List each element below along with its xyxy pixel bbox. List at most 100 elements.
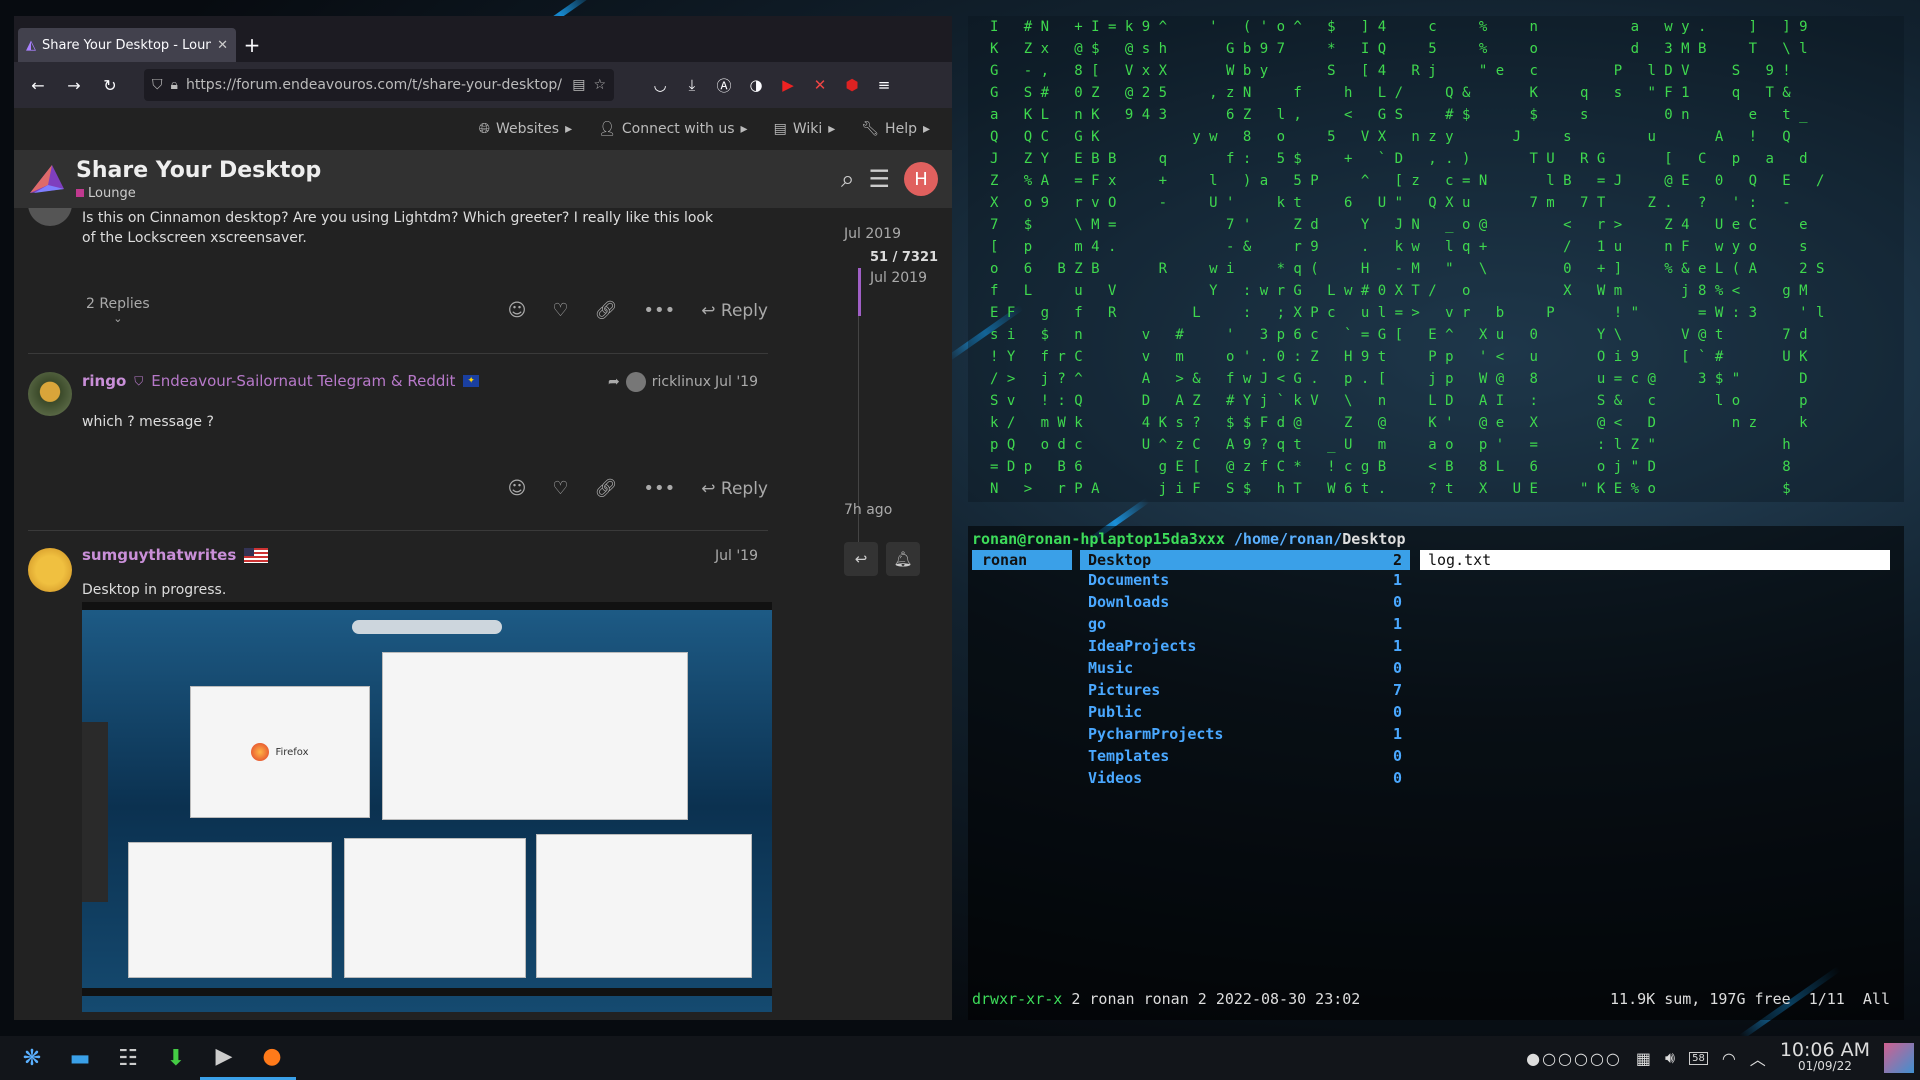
- post-text: Desktop in progress.: [82, 582, 227, 598]
- link-icon[interactable]: 🔗︎: [595, 300, 618, 321]
- forum-top-nav: 🌐︎ Websites ▸ 👤︎ Connect with us ▸ ▤ Wiki ▸ 🔧︎…: [14, 108, 952, 150]
- tab-share-your-desktop[interactable]: ◭ Share Your Desktop - Lounge ✕: [18, 28, 236, 62]
- replies-toggle[interactable]: 2 Replies ⌄: [86, 296, 150, 325]
- search-icon[interactable]: ⌕: [841, 165, 854, 193]
- forward-button[interactable]: →: [58, 69, 90, 101]
- more-icon[interactable]: •••: [643, 300, 675, 321]
- url-text[interactable]: https://forum.endeavouros.com/t/share-yo…: [186, 77, 564, 93]
- terminal-icon[interactable]: ▶: [200, 1036, 248, 1080]
- nav-websites[interactable]: 🌐︎ Websites ▸: [479, 121, 572, 137]
- screenshot-search-field: [352, 620, 502, 634]
- downloads-icon[interactable]: ⤓: [678, 69, 706, 101]
- lock-icon[interactable]: 🔒︎: [171, 77, 178, 93]
- emoji-reaction-icon[interactable]: ☺: [508, 300, 527, 321]
- ranger-preview-file[interactable]: log.txt: [1420, 550, 1890, 570]
- ranger-entry[interactable]: Videos 0: [1080, 768, 1410, 790]
- firefox-icon[interactable]: ●: [248, 1036, 296, 1080]
- volume-icon[interactable]: 🔊︎: [1665, 1048, 1675, 1068]
- endeavouros-logo[interactable]: [28, 163, 66, 195]
- more-icon[interactable]: •••: [643, 478, 675, 499]
- notification-bell-button[interactable]: 🔔︎: [886, 542, 920, 576]
- link-icon[interactable]: 🔗︎: [595, 478, 618, 499]
- ranger-entry[interactable]: Public 0: [1080, 702, 1410, 724]
- like-heart-icon[interactable]: ♡: [552, 300, 568, 321]
- matrix-line: S v ! : Q D A Z # Y j ` k V \ n L D A I …: [990, 393, 1808, 409]
- nav-help[interactable]: 🔧︎ Help ▸: [861, 121, 930, 137]
- url-bar[interactable]: ⛉ 🔒︎ https://forum.endeavouros.com/t/sha…: [144, 69, 614, 101]
- file-manager-icon[interactable]: ▬: [56, 1036, 104, 1080]
- user-icon: 👤︎: [598, 121, 616, 137]
- tray-expand-chevron-icon[interactable]: ︿: [1750, 1046, 1766, 1070]
- ranger-entry[interactable]: Music 0: [1080, 658, 1410, 680]
- clock[interactable]: 10:06 AM 01/09/22: [1780, 1041, 1870, 1074]
- virtual-desktop-pager[interactable]: ●○○○○○: [1526, 1049, 1622, 1068]
- forum-page: 🌐︎ Websites ▸ 👤︎ Connect with us ▸ ▤ Wiki ▸ 🔧︎…: [14, 108, 952, 1020]
- us-flag-icon: [244, 547, 269, 563]
- reply-button[interactable]: ↩ Reply: [701, 301, 768, 321]
- ranger-entry[interactable]: IdeaProjects 1: [1080, 636, 1410, 658]
- post-date[interactable]: Jul '19: [715, 548, 758, 564]
- timeline-end[interactable]: 7h ago: [844, 502, 892, 518]
- ranger-entry-name: Videos: [1088, 769, 1143, 787]
- username[interactable]: ringo: [82, 372, 126, 390]
- reply-topic-button[interactable]: ↩: [844, 542, 878, 576]
- ranger-parent-dir[interactable]: ronan: [972, 550, 1072, 570]
- ranger-entry-name: Downloads: [1088, 593, 1170, 611]
- nav-wiki[interactable]: ▤ Wiki ▸: [774, 121, 836, 137]
- youtube-extension-icon[interactable]: ▶: [774, 69, 802, 101]
- ranger-entry[interactable]: Documents 1: [1080, 570, 1410, 592]
- ublock-icon[interactable]: ⬢: [838, 69, 866, 101]
- show-desktop-icon[interactable]: [1884, 1043, 1914, 1073]
- matrix-line: / > j ? ^ A > & f w J < G . p . [ j p W …: [990, 371, 1808, 387]
- post: Is this on Cinnamon desktop? Are you usi…: [28, 208, 768, 325]
- settings-sliders-icon[interactable]: ☷: [104, 1036, 152, 1080]
- battery-icon[interactable]: 58: [1689, 1051, 1708, 1065]
- ranger-entry[interactable]: go 1: [1080, 614, 1410, 636]
- back-button[interactable]: ←: [22, 69, 54, 101]
- post-image-desktop-screenshot[interactable]: Firefox: [82, 602, 772, 1012]
- ranger-entry[interactable]: Templates 0: [1080, 746, 1410, 768]
- wifi-icon[interactable]: ◠: [1722, 1049, 1736, 1068]
- reload-button[interactable]: ↻: [94, 69, 126, 101]
- topic-title[interactable]: Share Your Desktop: [76, 158, 321, 183]
- category-badge[interactable]: Lounge: [76, 186, 321, 201]
- blocker-extension-icon[interactable]: ✕: [806, 69, 834, 101]
- bookmark-star-icon[interactable]: ☆: [593, 77, 606, 93]
- new-tab-button[interactable]: +: [236, 28, 268, 62]
- application-launcher-icon[interactable]: ❋: [8, 1036, 56, 1080]
- menu-icon[interactable]: ≡: [870, 69, 898, 101]
- nav-connect[interactable]: 👤︎ Connect with us ▸: [598, 121, 747, 137]
- ranger-file-list: Desktop 2 Documents 1 Downloads 0 go 1 IdeaProje…: [1080, 550, 1410, 790]
- post-date[interactable]: Jul '19: [715, 374, 758, 390]
- shield-icon[interactable]: ⛉: [152, 77, 163, 93]
- ranger-entry[interactable]: Downloads 0: [1080, 592, 1410, 614]
- close-tab-icon[interactable]: ✕: [217, 38, 228, 53]
- ranger-entry-count: 0: [1392, 703, 1402, 721]
- user-avatar[interactable]: H: [904, 162, 938, 196]
- download-manager-icon[interactable]: ⬇: [152, 1036, 200, 1080]
- reply-button[interactable]: ↩ Reply: [701, 479, 768, 499]
- ranger-entry[interactable]: Desktop 2: [1080, 550, 1410, 570]
- chevron-down-icon: ⌄: [113, 312, 123, 325]
- emoji-reaction-icon[interactable]: ☺: [508, 478, 527, 499]
- timeline-scroller[interactable]: [858, 268, 861, 316]
- pocket-icon[interactable]: ◡: [646, 69, 674, 101]
- ranger-current-dir: Desktop: [1342, 530, 1406, 548]
- extension-icon[interactable]: ◑: [742, 69, 770, 101]
- ranger-entry[interactable]: Pictures 7: [1080, 680, 1410, 702]
- matrix-line: N > r P A j i F S $ h T W 6 t . ? t X U …: [990, 481, 1791, 497]
- reader-view-icon[interactable]: ▤: [572, 77, 585, 93]
- cmatrix-terminal[interactable]: I # N + I = k 9 ^ ' ( ' o ^ $ ] 4 c % n …: [968, 16, 1904, 502]
- clipboard-icon[interactable]: ▦: [1636, 1049, 1651, 1068]
- hamburger-menu-icon[interactable]: ☰: [868, 165, 890, 193]
- timeline-start-date[interactable]: Jul 2019: [844, 226, 901, 242]
- ranger-entry-name: Templates: [1088, 747, 1170, 765]
- reply-to[interactable]: ➦ ricklinux: [608, 372, 711, 392]
- ranger-entry-count: 0: [1392, 593, 1402, 611]
- ranger-terminal[interactable]: ronan@ronan-hplaptop15da3xxx /home/ronan…: [968, 526, 1904, 1020]
- username[interactable]: sumguythatwrites: [82, 546, 236, 564]
- like-heart-icon[interactable]: ♡: [552, 478, 568, 499]
- account-icon[interactable]: Ⓐ: [710, 69, 738, 101]
- screenshot-bottom-bar: [82, 988, 772, 996]
- ranger-entry[interactable]: PycharmProjects 1: [1080, 724, 1410, 746]
